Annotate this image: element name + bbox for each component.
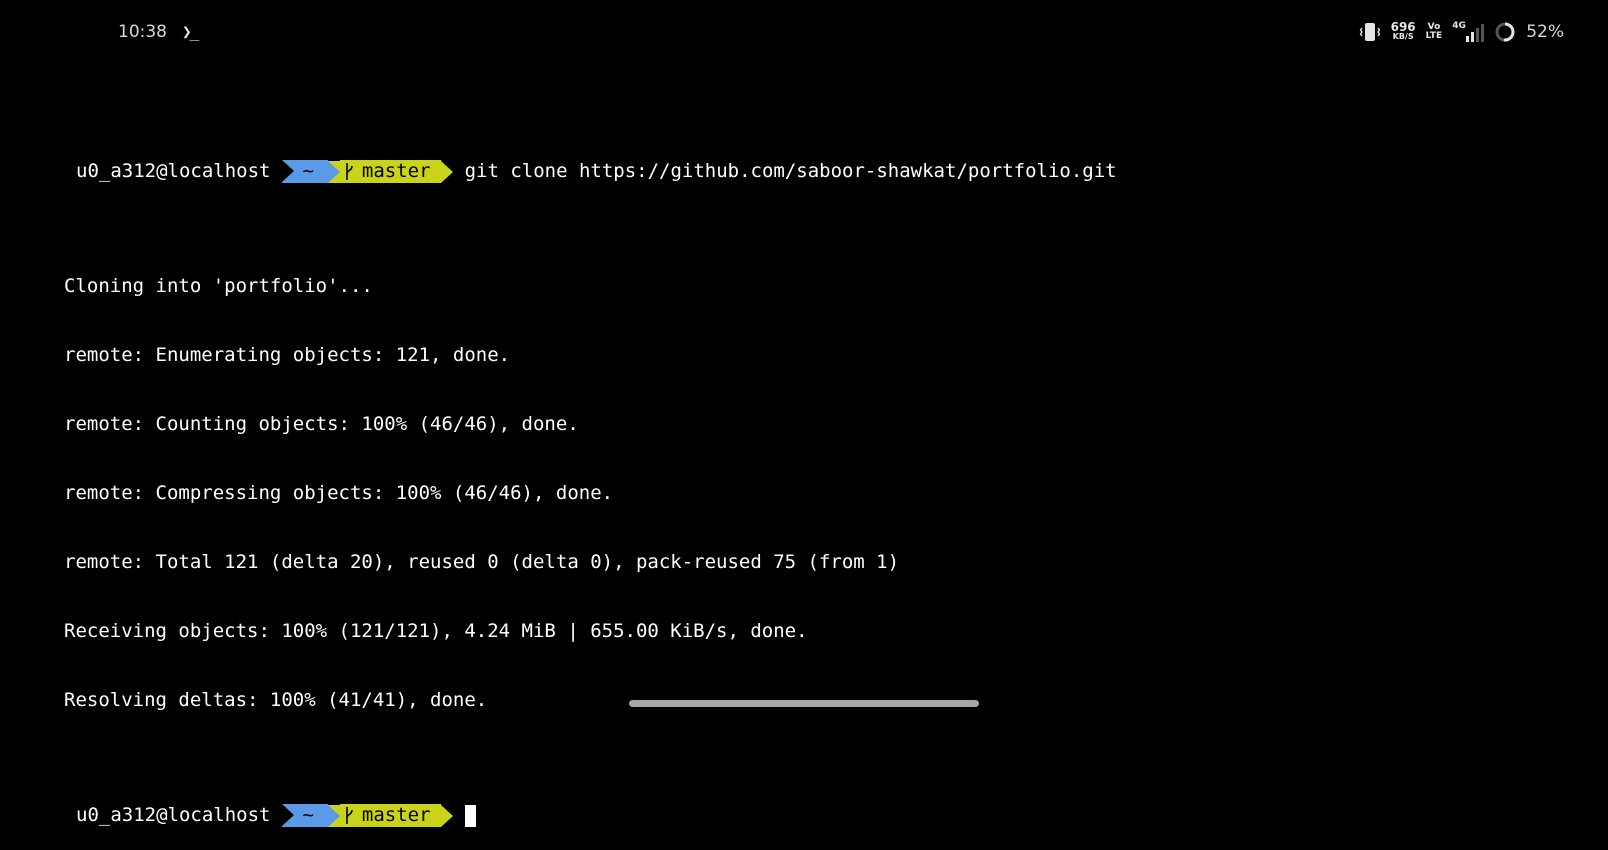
network-speed-unit: KB/S bbox=[1392, 32, 1414, 41]
prompt-branch: master bbox=[361, 804, 431, 826]
powerline-separator bbox=[282, 804, 295, 826]
prompt-directory: ~ bbox=[302, 804, 314, 826]
terminal-output[interactable]: u0_a312@localhost ~ master git clone htt… bbox=[64, 68, 1117, 850]
prompt-branch: master bbox=[361, 160, 431, 182]
prompt-directory-segment: ~ bbox=[282, 160, 328, 183]
status-time: 10:38 bbox=[118, 22, 167, 42]
prompt-line-active[interactable]: u0_a312@localhost ~ master bbox=[64, 804, 1117, 827]
prompt-branch-segment: master bbox=[339, 804, 441, 827]
prompt-user-host: u0_a312@localhost bbox=[76, 160, 271, 182]
signal-bar bbox=[1476, 28, 1480, 42]
powerline-separator bbox=[282, 160, 295, 182]
powerline-separator bbox=[440, 804, 453, 827]
powerline-separator bbox=[327, 160, 340, 183]
terminal-app-icon: ❯_ bbox=[182, 22, 199, 41]
signal-bar bbox=[1466, 36, 1470, 42]
signal-icon: 4G bbox=[1452, 21, 1485, 42]
output-line: remote: Enumerating objects: 121, done. bbox=[64, 344, 511, 366]
output-line: remote: Counting objects: 100% (46/46), … bbox=[64, 413, 579, 435]
branch-icon bbox=[346, 807, 353, 824]
network-speed-value: 696 bbox=[1390, 20, 1416, 34]
volte-icon: Vo LTE bbox=[1426, 23, 1443, 41]
command-text: git clone https://github.com/saboor-shaw… bbox=[464, 160, 1117, 182]
vibrate-icon bbox=[1359, 21, 1381, 43]
battery-ring-icon bbox=[1494, 21, 1516, 43]
battery-percent: 52% bbox=[1526, 22, 1564, 42]
output-line: Receiving objects: 100% (121/121), 4.24 … bbox=[64, 620, 808, 642]
prompt-directory: ~ bbox=[302, 160, 314, 182]
powerline-separator bbox=[327, 804, 340, 827]
output-line: remote: Compressing objects: 100% (46/46… bbox=[64, 482, 614, 504]
branch-icon bbox=[346, 163, 353, 180]
prompt-line: u0_a312@localhost ~ master git clone htt… bbox=[64, 160, 1117, 183]
volte-bottom: LTE bbox=[1425, 31, 1443, 41]
prompt-directory-segment: ~ bbox=[282, 804, 328, 827]
network-speed: 696 KB/S bbox=[1390, 20, 1416, 42]
status-icons: 696 KB/S Vo LTE 4G 52% bbox=[1359, 18, 1564, 46]
prompt-branch-segment: master bbox=[339, 160, 441, 183]
home-gesture-bar[interactable] bbox=[629, 700, 979, 707]
output-line: Cloning into 'portfolio'... bbox=[64, 275, 373, 297]
status-bar: 10:38 ❯_ 696 KB/S Vo LTE 4G 52% bbox=[0, 0, 1608, 64]
prompt-user-host: u0_a312@localhost bbox=[76, 804, 271, 826]
signal-bar bbox=[1471, 32, 1475, 42]
powerline-separator bbox=[440, 160, 453, 183]
signal-bar bbox=[1481, 24, 1485, 42]
network-type: 4G bbox=[1452, 21, 1466, 31]
output-line: remote: Total 121 (delta 20), reused 0 (… bbox=[64, 551, 900, 573]
text-cursor[interactable] bbox=[464, 804, 476, 827]
